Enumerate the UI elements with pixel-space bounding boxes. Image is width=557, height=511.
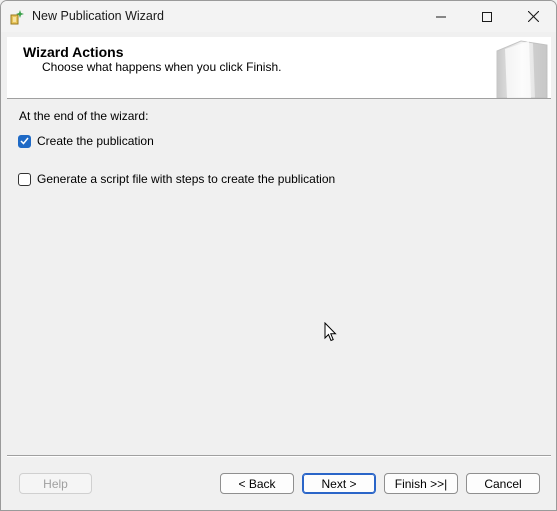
checkmark-icon: [20, 137, 29, 145]
create-publication-option[interactable]: Create the publication: [18, 133, 154, 149]
maximize-icon: [482, 11, 492, 22]
mouse-pointer-icon: [324, 321, 338, 342]
footer-divider: [7, 455, 551, 457]
finish-button[interactable]: Finish >>|: [384, 473, 458, 494]
close-icon: [527, 11, 539, 22]
page-title: Wizard Actions: [23, 44, 124, 60]
next-button[interactable]: Next >: [302, 473, 376, 494]
minimize-icon: [436, 16, 446, 17]
book-graphic-icon: [491, 37, 551, 99]
window-title: New Publication Wizard: [32, 9, 164, 23]
create-publication-checkbox[interactable]: [18, 134, 31, 148]
help-button[interactable]: Help: [19, 473, 92, 494]
page-subtitle: Choose what happens when you click Finis…: [42, 60, 282, 74]
generate-script-option[interactable]: Generate a script file with steps to cre…: [18, 171, 335, 187]
wizard-header: Wizard Actions Choose what happens when …: [7, 37, 551, 99]
section-label: At the end of the wizard:: [19, 109, 149, 123]
wizard-app-icon: [10, 9, 26, 25]
generate-script-label: Generate a script file with steps to cre…: [37, 172, 336, 186]
minimize-button[interactable]: [418, 1, 464, 32]
generate-script-checkbox[interactable]: [18, 172, 31, 186]
wizard-window: New Publication Wizard Wizard Actions Ch…: [0, 0, 557, 511]
create-publication-label: Create the publication: [37, 134, 154, 148]
close-button[interactable]: [510, 1, 556, 32]
title-bar[interactable]: New Publication Wizard: [1, 1, 556, 32]
cancel-button[interactable]: Cancel: [466, 473, 540, 494]
back-button[interactable]: < Back: [220, 473, 294, 494]
maximize-button[interactable]: [464, 1, 510, 32]
